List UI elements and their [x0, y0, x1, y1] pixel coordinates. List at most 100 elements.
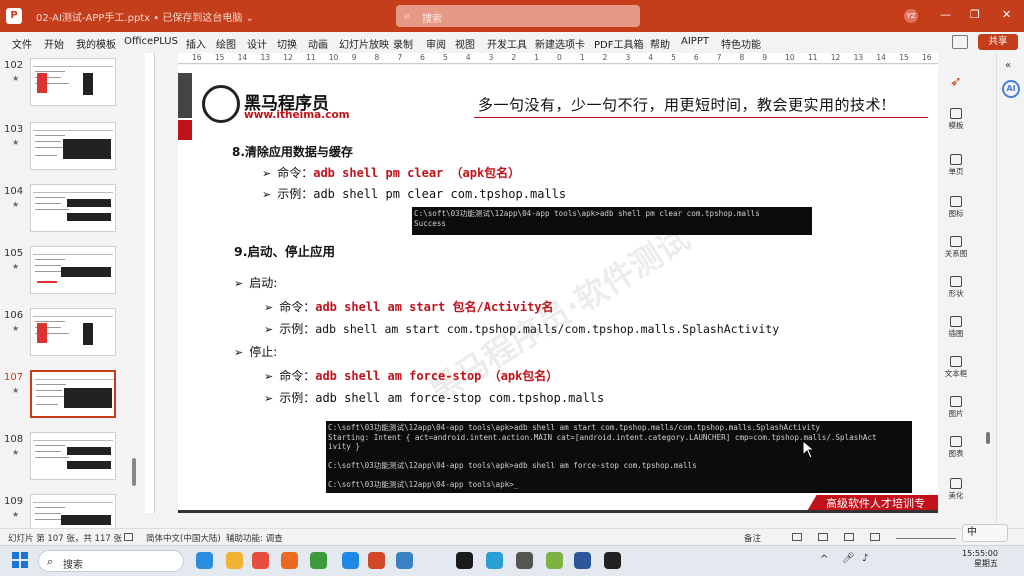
- bullet-arrow-icon: ➢: [234, 346, 244, 359]
- app-icon[interactable]: [342, 552, 359, 569]
- title-search-box[interactable]: ⌕ 搜索: [396, 5, 640, 27]
- slide-thumbnail[interactable]: [30, 308, 116, 356]
- reading-view-icon[interactable]: [844, 533, 854, 541]
- side-panel-item[interactable]: 图表: [942, 436, 970, 459]
- typora-icon[interactable]: [456, 552, 473, 569]
- collapse-icon[interactable]: «: [1005, 60, 1011, 71]
- menu-item[interactable]: 幻灯片放映: [339, 36, 389, 51]
- side-panel-item[interactable]: 文本框: [942, 356, 970, 379]
- notes-button[interactable]: 备注: [744, 532, 761, 544]
- side-panel-item[interactable]: 形状: [942, 276, 970, 299]
- slogan: 多一句没有，少一句不行，用更短时间，教会更实用的技术!: [478, 96, 888, 114]
- menu-item[interactable]: 视图: [455, 36, 475, 51]
- menu-item[interactable]: 我的模板: [76, 36, 116, 51]
- ruler-tick-label: 10: [785, 53, 795, 62]
- share-button[interactable]: 共享: [978, 34, 1018, 50]
- side-panel-label: 形状: [948, 289, 964, 298]
- word-icon[interactable]: [574, 552, 591, 569]
- terminal-icon[interactable]: [604, 552, 621, 569]
- section-9-title: 9.启动、停止应用: [234, 244, 335, 259]
- slide-thumbnail[interactable]: [30, 246, 116, 294]
- speaker-icon[interactable]: ♪: [862, 553, 868, 564]
- wechat-icon[interactable]: [310, 552, 327, 569]
- language-indicator[interactable]: 简体中文(中国大陆): [146, 532, 221, 544]
- menu-item[interactable]: 设计: [247, 36, 267, 51]
- side-panel-item[interactable]: 关系图: [942, 236, 970, 259]
- side-panel-icon: [950, 316, 962, 327]
- menu-item[interactable]: AIPPT: [681, 36, 709, 47]
- designer-icon[interactable]: ➶: [950, 74, 962, 90]
- taskbar-search-box[interactable]: ⌕ 搜索: [38, 550, 184, 572]
- slide-thumbnail[interactable]: [30, 184, 116, 232]
- slide-sorter-icon[interactable]: [818, 533, 828, 541]
- animation-star-icon: ★: [12, 324, 20, 333]
- menu-item[interactable]: 录制: [393, 36, 413, 51]
- firefox-icon[interactable]: [252, 552, 269, 569]
- slide-thumbnail[interactable]: [30, 122, 116, 170]
- ruler-tick-label: 4: [648, 53, 654, 62]
- menu-item[interactable]: OfficePLUS: [124, 36, 178, 47]
- menu-item[interactable]: 切换: [277, 36, 297, 51]
- side-panel-item[interactable]: 单页: [942, 154, 970, 177]
- side-panel-label: 图标: [948, 209, 964, 218]
- clock-app-icon[interactable]: [516, 552, 533, 569]
- side-panel-label: 单页: [948, 167, 964, 176]
- menu-item[interactable]: 动画: [308, 36, 328, 51]
- feishu-icon[interactable]: [486, 552, 503, 569]
- side-panel-item[interactable]: 模板: [942, 108, 970, 131]
- file-explorer-icon[interactable]: [226, 552, 243, 569]
- menu-item[interactable]: 开发工具: [487, 36, 527, 51]
- tray-chevron-icon[interactable]: ^: [820, 554, 828, 565]
- side-panel-item[interactable]: 图片: [942, 396, 970, 419]
- menu-item[interactable]: 审阅: [426, 36, 446, 51]
- restore-icon[interactable]: ❐: [970, 8, 980, 21]
- menu-item[interactable]: 绘图: [216, 36, 236, 51]
- slide-scrollbar[interactable]: [986, 432, 990, 444]
- slide-thumbnail[interactable]: [30, 432, 116, 480]
- side-panel-icon: [950, 276, 962, 287]
- side-panel-icon: [950, 196, 962, 207]
- user-avatar[interactable]: YZ: [904, 9, 918, 23]
- windows-start-icon[interactable]: [12, 552, 28, 568]
- slide-canvas[interactable]: 黑马程序员 www.itheima.com 多一句没有，少一句不行，用更短时间，…: [178, 65, 938, 513]
- stop-label: 停止:: [249, 345, 278, 359]
- powerpoint-icon[interactable]: [368, 552, 385, 569]
- accessibility-status[interactable]: 辅助功能: 调查: [226, 532, 283, 544]
- menu-item[interactable]: PDF工具箱: [594, 36, 643, 51]
- menu-item[interactable]: 开始: [44, 36, 64, 51]
- animation-star-icon: ★: [12, 448, 20, 457]
- menu-item[interactable]: 特色功能: [721, 36, 761, 51]
- comment-icon[interactable]: [952, 35, 968, 49]
- side-panel-item[interactable]: 美化: [942, 478, 970, 501]
- ime-indicator[interactable]: 中: [962, 524, 1008, 542]
- snipping-tool-icon[interactable]: [396, 552, 413, 569]
- edge-icon[interactable]: [196, 552, 213, 569]
- android-studio-icon[interactable]: [546, 552, 563, 569]
- sec8-cmd-label: 命令：: [277, 166, 314, 180]
- microphone-icon[interactable]: 🎤︎: [842, 553, 855, 564]
- ai-assistant-icon[interactable]: AI: [1002, 80, 1020, 98]
- start-command-line: ➢ 命令：adb shell am start 包名/Activity名: [264, 298, 554, 315]
- vertical-ruler: [145, 53, 155, 513]
- side-panel-item[interactable]: 插图: [942, 316, 970, 339]
- thumbnail-scrollbar[interactable]: [132, 458, 136, 486]
- slide-left-dark-bar: [178, 73, 192, 118]
- system-clock[interactable]: 15:55:00 星期五: [962, 549, 998, 569]
- spellcheck-icon[interactable]: [124, 533, 133, 541]
- section-8-title: 8.清除应用数据与缓存: [232, 145, 353, 159]
- slideshow-view-icon[interactable]: [870, 533, 880, 541]
- start-label: 启动:: [249, 276, 278, 290]
- clock-time: 15:55:00: [962, 549, 998, 558]
- menu-item[interactable]: 帮助: [650, 36, 670, 51]
- menu-item[interactable]: 文件: [12, 36, 32, 51]
- normal-view-icon[interactable]: [792, 533, 802, 541]
- menu-item[interactable]: 插入: [186, 36, 206, 51]
- chrome-icon[interactable]: [281, 552, 298, 569]
- menu-item[interactable]: 新建选项卡: [535, 36, 585, 51]
- close-icon[interactable]: ✕: [1002, 8, 1011, 21]
- minimize-icon[interactable]: —: [940, 8, 951, 21]
- slide-thumbnail[interactable]: [30, 370, 116, 418]
- slide-thumbnail[interactable]: [30, 58, 116, 106]
- zoom-slider[interactable]: [896, 538, 956, 539]
- side-panel-item[interactable]: 图标: [942, 196, 970, 219]
